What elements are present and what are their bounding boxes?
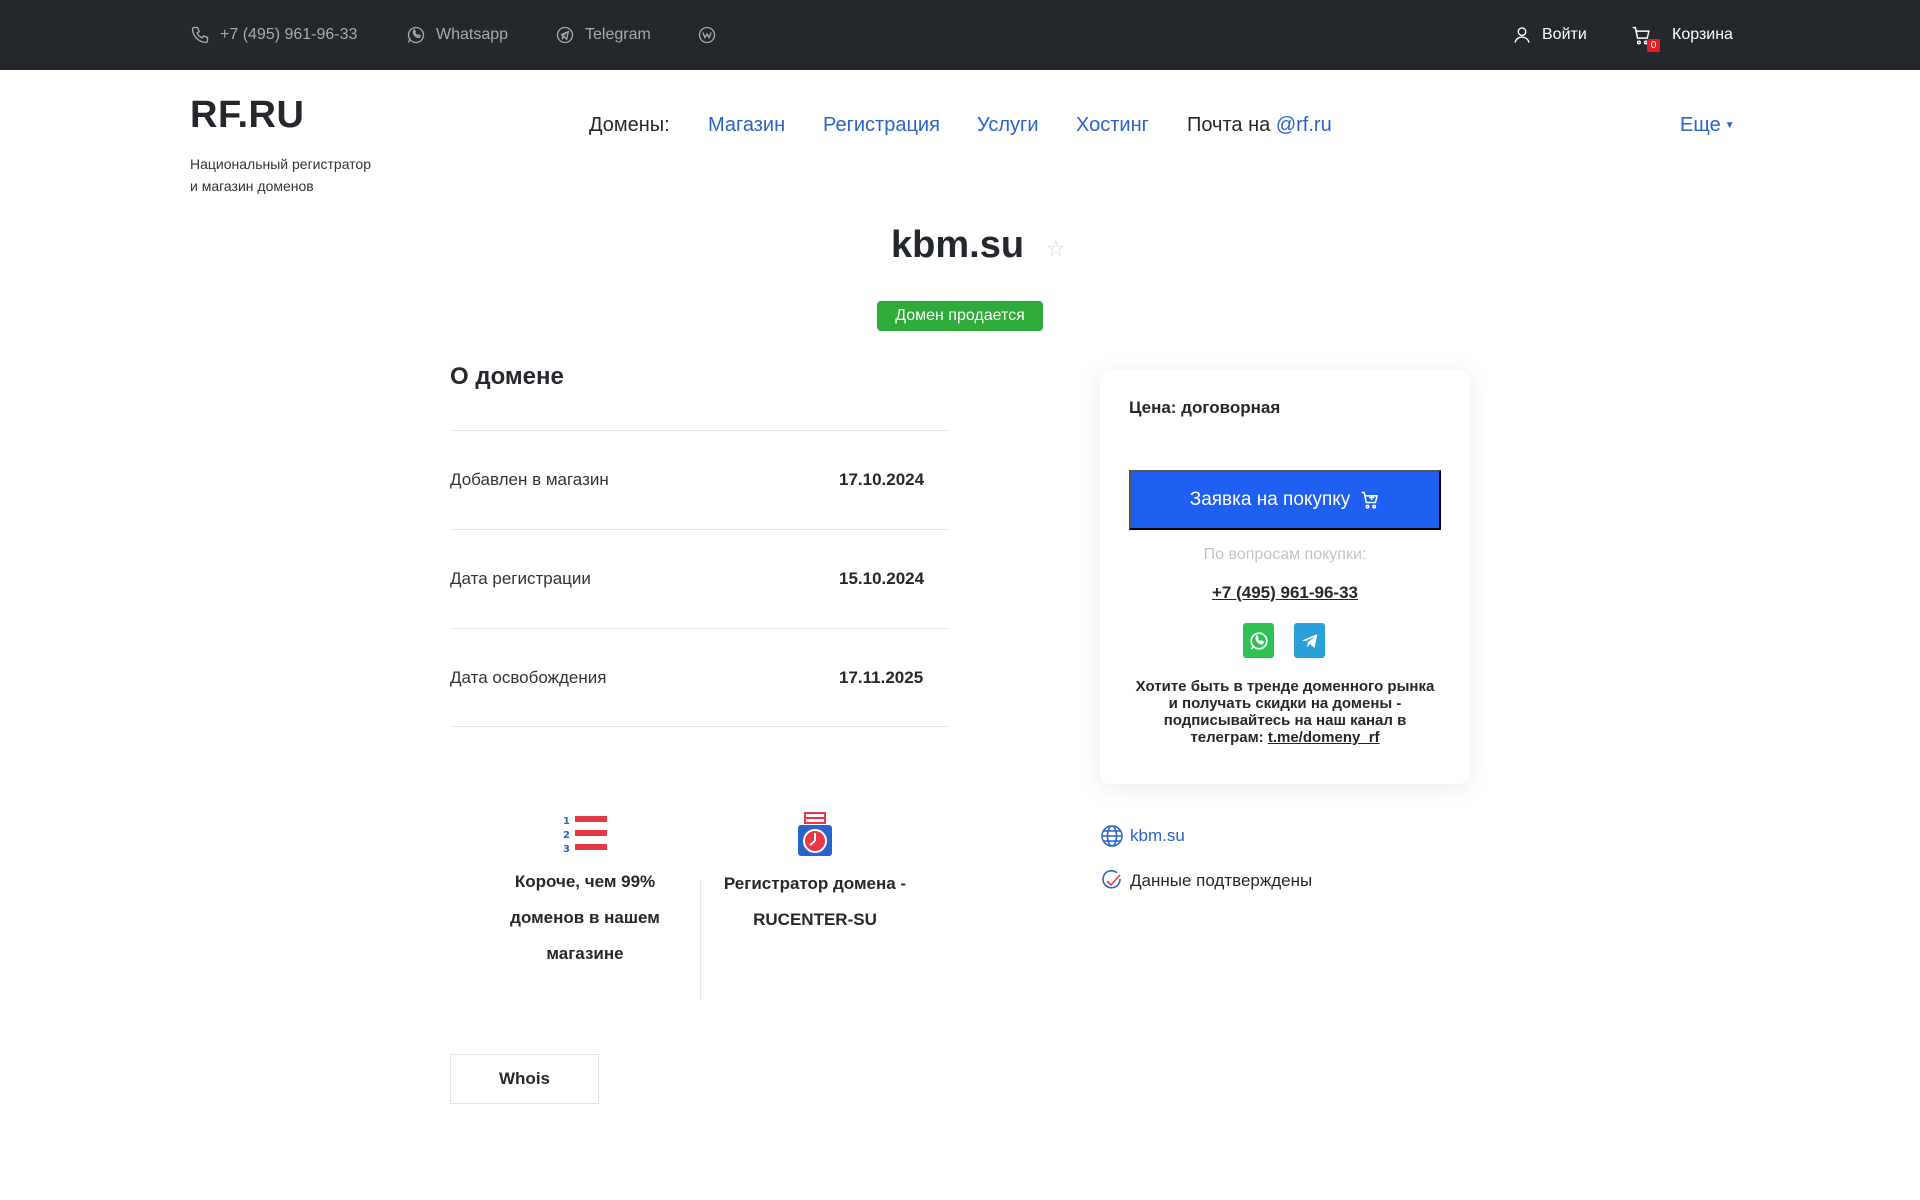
whatsapp-icon: [407, 26, 425, 44]
site-tagline: Национальный регистратор и магазин домен…: [190, 153, 420, 197]
registrar-clock-icon: [798, 812, 832, 856]
site-logo[interactable]: RF.RU: [190, 94, 304, 137]
cart-count-badge: 0: [1647, 38, 1660, 52]
topbar-vk-link[interactable]: [697, 0, 727, 70]
svg-text:3: 3: [563, 844, 570, 855]
domain-site-link-text: kbm.su: [1130, 826, 1185, 845]
purchase-card: Цена: договорная Заявка на покупку По во…: [1100, 370, 1470, 784]
whatsapp-button[interactable]: [1243, 623, 1274, 658]
info-row-added: Добавлен в магазин 17.10.2024: [450, 430, 950, 529]
user-icon: [1514, 27, 1530, 43]
svg-text:2: 2: [563, 830, 570, 841]
feature-line: магазине: [546, 944, 624, 963]
feature-divider: [700, 880, 701, 1000]
info-label: Добавлен в магазин: [450, 470, 609, 489]
info-row-release: Дата освобождения 17.11.2025: [450, 628, 950, 727]
topbar-telegram-link[interactable]: Telegram: [555, 0, 651, 70]
caret-down-icon: ▼: [1724, 119, 1735, 131]
purchase-button-label: Заявка на покупку: [1189, 489, 1351, 510]
feature-registrar: Регистратор домена - RUCENTER-SU: [705, 812, 925, 938]
whois-button[interactable]: Whois: [450, 1054, 599, 1104]
nav-item-mail[interactable]: Почта на @rf.ru: [1187, 110, 1332, 140]
status-badge: Домен продается: [877, 301, 1043, 331]
questions-label: По вопросам покупки:: [1203, 546, 1367, 563]
promo-telegram-link[interactable]: t.me/domeny_rf: [1268, 729, 1380, 746]
about-section-title: О домене: [450, 363, 564, 390]
info-value: 17.10.2024: [839, 470, 925, 489]
topbar-telegram-text: Telegram: [585, 26, 651, 43]
cart-icon: [1361, 491, 1379, 509]
info-row-registered: Дата регистрации 15.10.2024: [450, 529, 950, 628]
topbar-phone-text: +7 (495) 961-96-33: [220, 26, 358, 43]
domain-site-link[interactable]: kbm.su: [1100, 824, 1185, 848]
info-label: Дата регистрации: [450, 569, 591, 588]
feature-line: RUCENTER-SU: [753, 910, 877, 929]
cart-link[interactable]: 0 Корзина: [1631, 0, 1733, 70]
ranking-list-icon: 1 2 3: [563, 816, 607, 855]
login-text: Войти: [1542, 26, 1587, 43]
feature-line: доменов в нашем: [510, 908, 660, 927]
feature-line: Короче, чем 99%: [514, 872, 656, 891]
topbar-phone-link[interactable]: +7 (495) 961-96-33: [190, 0, 357, 70]
phone-icon: [191, 26, 209, 44]
info-value: 15.10.2024: [839, 569, 925, 588]
top-bar: +7 (495) 961-96-33 Whatsapp Telegram Вой…: [0, 0, 1920, 70]
nav-item-services[interactable]: Услуги: [977, 110, 1039, 140]
domain-info-table: Добавлен в магазин 17.10.2024 Дата регис…: [450, 430, 950, 727]
svg-text:1: 1: [563, 816, 570, 827]
nav-item-hosting[interactable]: Хостинг: [1076, 110, 1149, 140]
purchase-request-button[interactable]: Заявка на покупку: [1129, 470, 1441, 530]
tagline-line-1: Национальный регистратор: [190, 156, 372, 172]
feature-short-domain: 1 2 3 Короче, чем 99% доменов в нашем ма…: [470, 812, 700, 972]
cart-text: Корзина: [1672, 26, 1733, 43]
verified-text: Данные подтверждены: [1130, 871, 1313, 890]
purchase-phone-link[interactable]: +7 (495) 961-96-33: [1100, 583, 1470, 603]
login-link[interactable]: Войти: [1512, 0, 1587, 70]
nav-item-registration[interactable]: Регистрация: [823, 110, 940, 140]
info-value: 17.11.2025: [839, 667, 924, 687]
domain-title: kbm.su: [891, 224, 1025, 266]
feature-line: Регистратор домена -: [723, 874, 907, 893]
whatsapp-icon: [1249, 631, 1268, 650]
tagline-line-2: и магазин доменов: [190, 178, 314, 194]
telegram-icon: [1301, 633, 1317, 648]
verified-status: Данные подтверждены: [1100, 869, 1312, 893]
vk-icon: [698, 26, 716, 44]
telegram-button[interactable]: [1294, 623, 1325, 658]
nav-more-dropdown[interactable]: Еще ▼: [1680, 110, 1735, 140]
nav-domains-label: Домены:: [589, 113, 670, 136]
topbar-whatsapp-link[interactable]: Whatsapp: [406, 0, 508, 70]
verified-check-icon: [1102, 870, 1121, 889]
favorite-star-icon[interactable]: ☆: [1046, 236, 1066, 262]
price-label: Цена: договорная: [1129, 398, 1281, 417]
info-label: Дата освобождения: [450, 667, 607, 687]
telegram-promo: Хотите быть в тренде доменного рынка и п…: [1129, 678, 1441, 746]
globe-icon: [1101, 825, 1123, 847]
nav-item-shop[interactable]: Магазин: [708, 110, 785, 140]
topbar-whatsapp-text: Whatsapp: [436, 26, 509, 43]
telegram-icon: [556, 26, 574, 44]
